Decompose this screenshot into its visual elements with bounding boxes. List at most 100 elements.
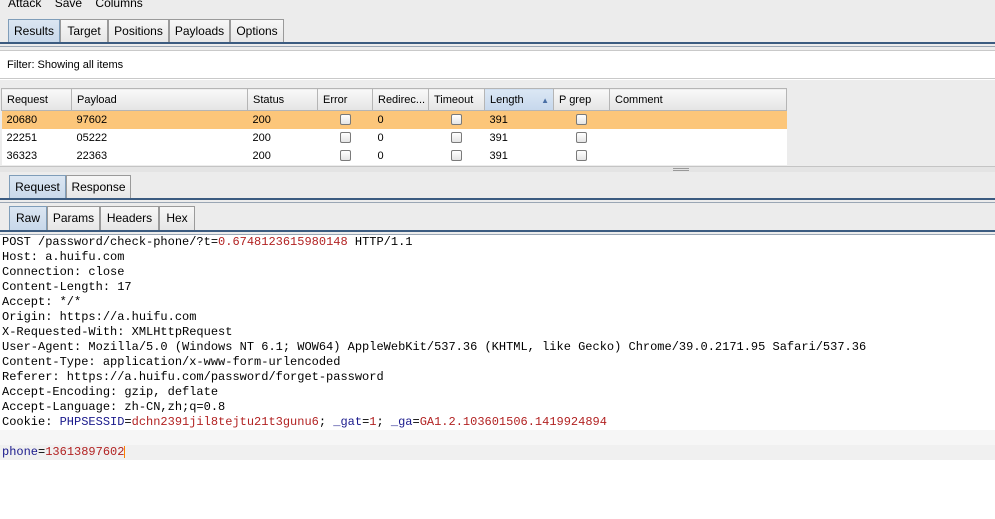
header-line: User-Agent: Mozilla/5.0 (Windows NT 6.1;… <box>2 340 867 354</box>
error-checkbox[interactable] <box>339 150 351 162</box>
cookie-line: Cookie: PHPSESSID=dchn2391jil8tejtu21t3g… <box>2 415 607 429</box>
menu-columns[interactable]: Columns <box>95 0 142 10</box>
results-table: Request Payload Status Error Redirec... … <box>1 88 787 165</box>
body-param-value: 13613897602 <box>45 445 125 459</box>
table-row[interactable]: 20680 97602 200 0 391 <box>1 110 787 129</box>
tab-divider <box>0 42 995 44</box>
col-header-payload[interactable]: Payload <box>71 88 248 111</box>
cookie-key-gat: _gat <box>333 415 363 429</box>
blank-line <box>0 430 995 445</box>
cell-request: 20680 <box>1 110 72 129</box>
pgrep-checkbox[interactable] <box>576 114 587 126</box>
cookie-key-ga: _ga <box>390 415 413 429</box>
cell-payload: 97602 <box>71 110 248 129</box>
header-line: X-Requested-With: XMLHttpRequest <box>2 325 233 339</box>
col-header-error[interactable]: Error <box>317 88 373 111</box>
error-checkbox[interactable] <box>339 132 351 144</box>
cell-comment[interactable] <box>609 110 787 129</box>
cookie-prefix: Cookie: <box>2 415 60 429</box>
cell-timeout <box>428 128 485 147</box>
timeout-checkbox[interactable] <box>451 114 462 126</box>
tab-divider-lower <box>0 46 995 47</box>
col-header-comment[interactable]: Comment <box>609 88 787 111</box>
header-line: Accept: */* <box>2 295 82 309</box>
header-line: Host: a.huifu.com <box>2 250 125 264</box>
text-caret <box>124 445 126 458</box>
col-header-request[interactable]: Request <box>1 88 72 111</box>
tab-payloads[interactable]: Payloads <box>169 19 230 43</box>
tab-raw[interactable]: Raw <box>9 206 47 230</box>
menu-attack[interactable]: Attack <box>8 0 41 10</box>
col-header-length-label: Length <box>490 93 524 106</box>
header-line: Content-Length: 17 <box>2 280 132 294</box>
table-header-row: Request Payload Status Error Redirec... … <box>1 88 787 111</box>
cookie-value-phpsessid: dchn2391jil8tejtu21t3gunu6 <box>131 415 319 429</box>
view-tab-divider <box>0 230 995 232</box>
col-header-timeout[interactable]: Timeout <box>428 88 485 111</box>
tab-positions[interactable]: Positions <box>108 19 169 43</box>
tab-results[interactable]: Results <box>8 19 60 43</box>
header-line: Accept-Language: zh-CN,zh;q=0.8 <box>2 400 226 414</box>
table-row[interactable]: 36323 22363 200 0 391 <box>1 146 787 165</box>
col-header-status[interactable]: Status <box>247 88 318 111</box>
header-line: Origin: https://a.huifu.com <box>2 310 197 324</box>
cell-error <box>317 110 373 129</box>
body-param-key: phone <box>2 445 39 459</box>
cell-comment[interactable] <box>609 146 787 165</box>
pgrep-checkbox[interactable] <box>576 132 587 144</box>
cell-redirects: 0 <box>372 110 429 129</box>
cell-timeout <box>428 146 485 165</box>
col-header-pgrep[interactable]: P grep <box>553 88 610 111</box>
cell-status: 200 <box>247 128 318 147</box>
message-tab-bar: Request Response <box>0 172 995 203</box>
error-checkbox[interactable] <box>339 114 351 126</box>
cell-error <box>317 128 373 147</box>
message-tab-divider <box>0 198 995 200</box>
header-line: Accept-Encoding: gzip, deflate <box>2 385 219 399</box>
timeout-checkbox[interactable] <box>451 132 462 144</box>
cookie-separator: ; <box>376 415 391 429</box>
cookie-separator: ; <box>318 415 334 429</box>
timeout-checkbox[interactable] <box>451 150 462 162</box>
cell-redirects: 0 <box>372 128 429 147</box>
raw-request-editor[interactable]: POST /password/check-phone/?t=0.67481236… <box>0 235 995 519</box>
cell-status: 200 <box>247 146 318 165</box>
tab-hex[interactable]: Hex <box>159 206 195 230</box>
cell-redirects: 0 <box>372 146 429 165</box>
pgrep-checkbox[interactable] <box>576 150 587 162</box>
tab-options[interactable]: Options <box>230 19 284 43</box>
cell-length: 391 <box>484 128 554 147</box>
col-header-length[interactable]: Length ▲ <box>484 88 554 111</box>
filter-bar[interactable]: Filter: Showing all items <box>0 50 995 79</box>
splitter-grip-icon[interactable] <box>673 168 689 171</box>
cell-request: 22251 <box>1 128 72 147</box>
tab-request[interactable]: Request <box>9 175 66 199</box>
cell-comment[interactable] <box>609 128 787 147</box>
tab-response[interactable]: Response <box>66 175 131 199</box>
cookie-key-phpsessid: PHPSESSID <box>59 415 125 429</box>
filter-label: Filter: Showing all items <box>7 59 124 71</box>
header-line: Content-Type: application/x-www-form-url… <box>2 355 341 369</box>
sort-ascending-icon: ▲ <box>541 95 549 105</box>
body-line: phone=13613897602 <box>0 445 995 460</box>
cell-pgrep <box>553 128 610 147</box>
cell-pgrep <box>553 110 610 129</box>
cell-timeout <box>428 110 485 129</box>
col-header-redirects[interactable]: Redirec... <box>372 88 429 111</box>
tab-params[interactable]: Params <box>47 206 100 230</box>
tab-target[interactable]: Target <box>60 19 108 43</box>
cell-payload: 05222 <box>71 128 248 147</box>
cookie-value-ga: GA1.2.103601506.1419924894 <box>419 415 607 429</box>
request-http-version: HTTP/1.1 <box>347 235 413 249</box>
cell-error <box>317 146 373 165</box>
request-method-path: POST /password/check-phone/?t= <box>2 235 219 249</box>
cell-length: 391 <box>484 110 554 129</box>
menu-save[interactable]: Save <box>55 0 82 10</box>
header-line: Connection: close <box>2 265 125 279</box>
main-tab-bar: Results Target Positions Payloads Option… <box>0 12 995 50</box>
table-row[interactable]: 22251 05222 200 0 391 <box>1 128 787 147</box>
request-t-value: 0.6748123615980148 <box>218 235 348 249</box>
tab-headers[interactable]: Headers <box>100 206 159 230</box>
cell-pgrep <box>553 146 610 165</box>
cell-payload: 22363 <box>71 146 248 165</box>
